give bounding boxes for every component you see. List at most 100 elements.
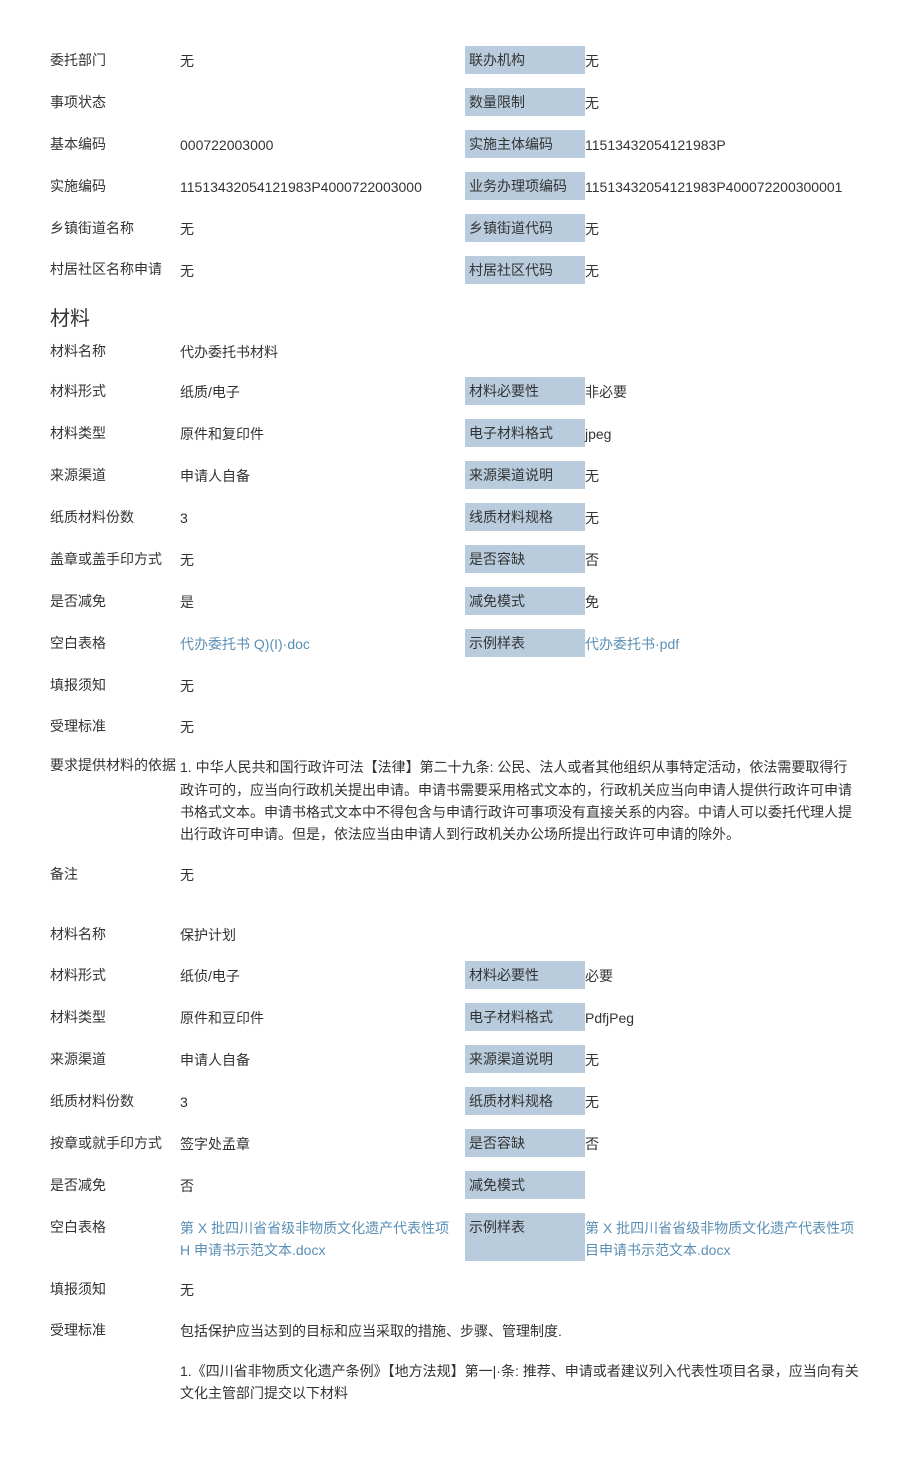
label-joint-org: 联办机构 [465,46,585,74]
row-basic-code: 基本编码 000722003000 实施主体编码 115134320541219… [50,124,870,166]
m2-r8-v1: 无 [180,1277,870,1301]
m2-r4-l1: 纸质材料份数 [50,1089,180,1113]
m1-r8-l1: 填报须知 [50,673,180,695]
value-basic-code: 000722003000 [180,132,465,156]
m2-r2: 材料类型 原件和豆印件 电子材料格式 PdfjPeg [50,997,870,1039]
label-basic-code: 基本编码 [50,132,180,156]
m2-name-row: 材料名称 保护计划 [50,914,870,954]
value-township-name: 无 [180,216,465,240]
m1-r7-l1: 空白表格 [50,631,180,655]
label-township-code: 乡镇街道代码 [465,214,585,242]
m1-r11: 备注 无 [50,854,870,894]
m1-r7-v1-link[interactable]: 代办委托书 Q)(I)·doc [180,631,465,655]
m1-r6-v2: 免 [585,589,870,615]
value-business-code: 11513432054121983P400072200300001 [585,174,870,200]
m2-r2-l2: 电子材料格式 [465,1003,585,1031]
m1-r1: 材料形式 纸质/电子 材料必要性 非必要 [50,371,870,413]
m2-r7-l1: 空白表格 [50,1215,180,1262]
m2-r1-l2: 材料必要性 [465,961,585,989]
m1-r3-v2: 无 [585,463,870,489]
m1-r9-l1: 受理标准 [50,714,180,736]
m1-name-row: 材料名称 代办委托书材料 [50,331,870,371]
m2-r8: 填报须知 无 [50,1269,870,1309]
m1-r3: 来源渠道 申请人自备 来源渠道说明 无 [50,455,870,497]
m2-r4: 纸质材料份数 3 纸质材料规格 无 [50,1081,870,1123]
label-village-name: 村居社区名称申请 [50,258,180,282]
m2-r1-v1: 纸侦/电子 [180,963,465,987]
m1-name-label: 材料名称 [50,339,180,361]
m1-r5-v1: 无 [180,547,465,571]
m2-r4-v1: 3 [180,1089,465,1113]
label-township-name: 乡镇街道名称 [50,216,180,240]
m2-r5-v1: 签字处孟章 [180,1131,465,1155]
m2-r3-v1: 申请人自备 [180,1047,465,1071]
label-impl-code: 实施编码 [50,174,180,198]
value-village-code: 无 [585,258,870,284]
m2-name-label: 材料名称 [50,922,180,944]
m2-r1-l1: 材料形式 [50,963,180,987]
m1-r11-v1: 无 [180,862,870,886]
m1-r4-v2: 无 [585,505,870,531]
m2-r3-l2: 来源渠道说明 [465,1045,585,1073]
m2-r6-v1: 否 [180,1173,465,1197]
m1-r5: 盖章或盖手印方式 无 是否容缺 否 [50,539,870,581]
m1-r1-v1: 纸质/电子 [180,379,465,403]
m1-r2-v2: jpeg [585,421,870,447]
m2-name-value: 保护计划 [180,922,870,946]
m2-r10: 1.《四川省非物质文化遗产条例》【地方法规】第一|·条: 推荐、申请或者建议列入… [50,1350,870,1413]
value-impl-code: 11513432054121983P4000722003000 [180,174,465,198]
section-title-materials: 材料 [50,302,870,331]
m2-r5-l2: 是否容缺 [465,1129,585,1157]
m2-r7-l2: 示例样表 [465,1213,585,1262]
m2-r5-v2: 否 [585,1131,870,1157]
m1-r3-v1: 申请人自备 [180,463,465,487]
m1-name-value: 代办委托书材料 [180,339,870,363]
m1-r7-v2-link[interactable]: 代办委托书·pdf [585,631,870,657]
label-delegate-dept: 委托部门 [50,48,180,72]
m2-r3-v2: 无 [585,1047,870,1073]
m1-r2: 材料类型 原件和复印件 电子材料格式 jpeg [50,413,870,455]
m2-r6-l1: 是否减免 [50,1173,180,1197]
m2-r3-l1: 来源渠道 [50,1047,180,1071]
label-entity-code: 实施主体编码 [465,130,585,158]
m2-r7: 空白表格 第 X 批四川省省级非物质文化遗产代表性项 H 申请书示范文本.doc… [50,1207,870,1270]
m2-r7-v1-link[interactable]: 第 X 批四川省省级非物质文化遗产代表性项 H 申请书示范文本.docx [180,1215,465,1262]
m1-r5-v2: 否 [585,547,870,573]
m2-r9: 受理标准 包括保护应当达到的目标和应当采取的措施、步骤、管理制度. [50,1310,870,1350]
m1-r1-l1: 材料形式 [50,379,180,403]
value-entity-code: 11513432054121983P [585,132,870,158]
m2-r10-l1 [50,1358,180,1360]
m2-r5: 按章或就手印方式 签字处孟章 是否容缺 否 [50,1123,870,1165]
m1-r6-v1: 是 [180,589,465,613]
material-block-1: 材料名称 代办委托书材料 材料形式 纸质/电子 材料必要性 非必要 材料类型 原… [50,331,870,894]
m2-r4-v2: 无 [585,1089,870,1115]
row-village-name: 村居社区名称申请 无 村居社区代码 无 [50,250,870,292]
label-business-code: 业务办理项编码 [465,172,585,200]
m1-r2-v1: 原件和复印件 [180,421,465,445]
m2-r5-l1: 按章或就手印方式 [50,1131,180,1155]
m2-r1: 材料形式 纸侦/电子 材料必要性 必要 [50,955,870,997]
label-item-status: 事项状态 [50,90,180,112]
m2-r8-l1: 填报须知 [50,1277,180,1299]
row-delegate-dept: 委托部门 无 联办机构 无 [50,40,870,82]
m2-r10-v1: 1.《四川省非物质文化遗产条例》【地方法规】第一|·条: 推荐、申请或者建议列入… [180,1358,870,1405]
m1-r4: 纸质材料份数 3 线质材料规格 无 [50,497,870,539]
m1-r11-l1: 备注 [50,862,180,884]
value-joint-org: 无 [585,48,870,74]
m1-r10-l1: 要求提供材料的依据 [50,754,180,776]
m2-r6-v2 [585,1173,870,1199]
value-item-status [180,90,465,112]
label-village-code: 村居社区代码 [465,256,585,284]
m2-r2-l1: 材料类型 [50,1005,180,1029]
m2-r2-v2: PdfjPeg [585,1005,870,1031]
m2-r1-v2: 必要 [585,963,870,989]
m1-r8: 填报须知 无 [50,665,870,705]
m1-r4-l2: 线质材料规格 [465,503,585,531]
m1-r9: 受理标准 无 [50,706,870,746]
m1-r3-l1: 来源渠道 [50,463,180,487]
row-township-name: 乡镇街道名称 无 乡镇街道代码 无 [50,208,870,250]
m1-r5-l1: 盖章或盖手印方式 [50,547,180,571]
m2-r4-l2: 纸质材料规格 [465,1087,585,1115]
m1-r4-l1: 纸质材料份数 [50,505,180,529]
m2-r7-v2-link[interactable]: 第 X 批四川省省级非物质文化遗产代表性项目申请书示范文本.docx [585,1215,870,1262]
